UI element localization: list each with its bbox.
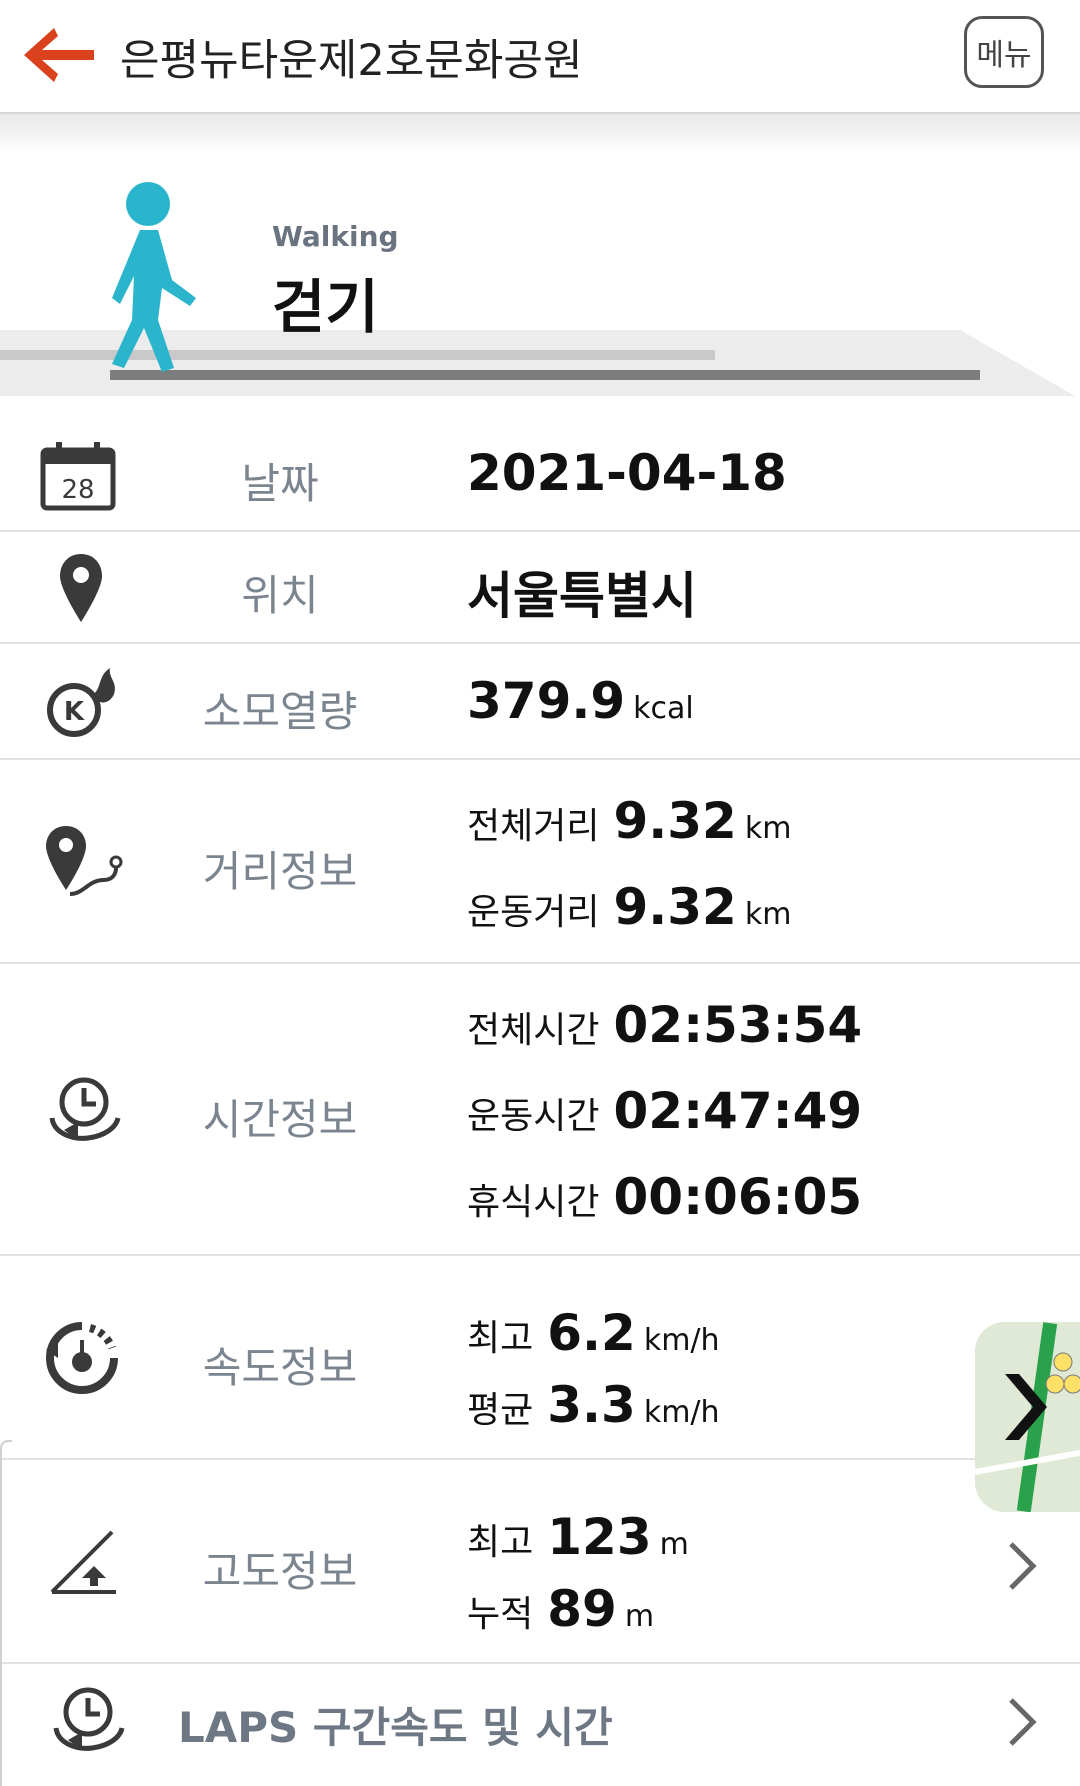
calorie-flame-icon: K bbox=[47, 668, 115, 737]
altitude-row[interactable]: 고도정보 최고 123 m 누적 89 m bbox=[0, 1460, 1080, 1664]
speedometer-icon bbox=[46, 1322, 118, 1394]
total-distance-label: 전체거리 bbox=[467, 806, 600, 847]
chevron-right-icon bbox=[1009, 1542, 1037, 1590]
back-arrow-icon bbox=[24, 28, 94, 82]
calories-value-line: 379.9 kcal bbox=[467, 672, 694, 730]
total-distance-value: 9.32 bbox=[613, 792, 737, 850]
total-time-line: 전체시간 02:53:54 bbox=[467, 996, 862, 1054]
chevron-right-icon bbox=[1009, 1698, 1037, 1746]
location-pin-icon bbox=[60, 554, 102, 622]
back-button[interactable] bbox=[18, 22, 100, 88]
time-label: 시간정보 bbox=[202, 1095, 358, 1144]
exercise-time-value: 02:47:49 bbox=[613, 1082, 863, 1140]
calories-value: 379.9 bbox=[467, 672, 626, 730]
cumulative-altitude-line: 누적 89 m bbox=[467, 1580, 654, 1638]
speed-label: 속도정보 bbox=[202, 1343, 358, 1392]
exercise-distance-line: 운동거리 9.32 km bbox=[467, 878, 791, 936]
max-altitude-value: 123 bbox=[547, 1508, 652, 1566]
clock-icon bbox=[49, 1077, 121, 1141]
location-value-line: 서울특별시 bbox=[467, 556, 697, 628]
avg-speed-unit: km/h bbox=[643, 1395, 720, 1430]
distance-label: 거리정보 bbox=[202, 847, 358, 896]
date-value: 2021-04-18 bbox=[467, 444, 787, 502]
avg-speed-label: 평균 bbox=[467, 1390, 534, 1431]
cumulative-altitude-value: 89 bbox=[547, 1580, 617, 1638]
max-speed-unit: km/h bbox=[643, 1323, 720, 1358]
date-value-line: 2021-04-18 bbox=[467, 444, 787, 502]
calories-unit: kcal bbox=[633, 691, 694, 726]
total-distance-line: 전체거리 9.32 km bbox=[467, 792, 791, 850]
calories-label: 소모열량 bbox=[202, 687, 358, 736]
location-value: 서울특별시 bbox=[467, 567, 697, 625]
exercise-distance-label: 운동거리 bbox=[467, 892, 600, 933]
rest-time-label: 휴식시간 bbox=[467, 1182, 600, 1223]
activity-name-en: Walking bbox=[272, 220, 399, 253]
date-row: 28 날짜 2021-04-18 bbox=[0, 420, 1080, 532]
max-speed-line: 최고 6.2 km/h bbox=[467, 1304, 720, 1362]
svg-text:K: K bbox=[64, 697, 85, 727]
max-altitude-line: 최고 123 m bbox=[467, 1508, 689, 1566]
activity-hero: Walking 걷기 bbox=[0, 150, 1080, 570]
avg-speed-value: 3.3 bbox=[547, 1376, 636, 1434]
rest-time-line: 휴식시간 00:06:05 bbox=[467, 1168, 862, 1226]
sheet-edge bbox=[0, 1440, 12, 1786]
laps-clock-icon bbox=[53, 1687, 125, 1751]
max-speed-value: 6.2 bbox=[547, 1304, 636, 1362]
app-header: 은평뉴타운제2호문화공원 메뉴 bbox=[0, 0, 1080, 114]
page-title: 은평뉴타운제2호문화공원 bbox=[120, 36, 583, 86]
walking-person-icon bbox=[112, 182, 196, 372]
laps-label: LAPS 구간속도 및 시간 bbox=[178, 1703, 613, 1752]
menu-button[interactable]: 메뉴 bbox=[964, 16, 1044, 88]
cumulative-altitude-unit: m bbox=[624, 1599, 655, 1634]
location-label: 위치 bbox=[241, 571, 319, 620]
route-pin-icon bbox=[46, 826, 123, 896]
total-time-label: 전체시간 bbox=[467, 1010, 600, 1051]
rest-time-value: 00:06:05 bbox=[613, 1168, 863, 1226]
altitude-slope-icon bbox=[50, 1530, 116, 1594]
speed-row: 속도정보 최고 6.2 km/h 평균 3.3 km/h bbox=[0, 1256, 1080, 1460]
exercise-time-line: 운동시간 02:47:49 bbox=[467, 1082, 862, 1140]
exercise-distance-unit: km bbox=[744, 897, 792, 932]
header-shadow bbox=[0, 114, 1080, 154]
exercise-time-label: 운동시간 bbox=[467, 1096, 600, 1137]
svg-text:28: 28 bbox=[61, 475, 94, 505]
activity-name: 걷기 bbox=[272, 273, 379, 341]
calories-row: K 소모열량 379.9 kcal bbox=[0, 644, 1080, 760]
total-distance-unit: km bbox=[744, 811, 792, 846]
cumulative-altitude-label: 누적 bbox=[467, 1594, 534, 1635]
laps-row[interactable]: LAPS 구간속도 및 시간 bbox=[0, 1664, 1080, 1784]
max-altitude-label: 최고 bbox=[467, 1522, 534, 1563]
max-speed-label: 최고 bbox=[467, 1318, 534, 1359]
calendar-icon: 28 bbox=[40, 442, 116, 511]
date-label: 날짜 bbox=[241, 459, 319, 508]
max-altitude-unit: m bbox=[659, 1527, 689, 1562]
location-row: 위치 서울특별시 bbox=[0, 532, 1080, 644]
time-row: 시간정보 전체시간 02:53:54 운동시간 02:47:49 휴식시간 00:06… bbox=[0, 964, 1080, 1256]
exercise-distance-value: 9.32 bbox=[613, 878, 737, 936]
total-time-value: 02:53:54 bbox=[613, 996, 863, 1054]
altitude-label: 고도정보 bbox=[202, 1547, 358, 1596]
avg-speed-line: 평균 3.3 km/h bbox=[467, 1376, 720, 1434]
distance-row: 거리정보 전체거리 9.32 km 운동거리 9.32 km bbox=[0, 760, 1080, 964]
